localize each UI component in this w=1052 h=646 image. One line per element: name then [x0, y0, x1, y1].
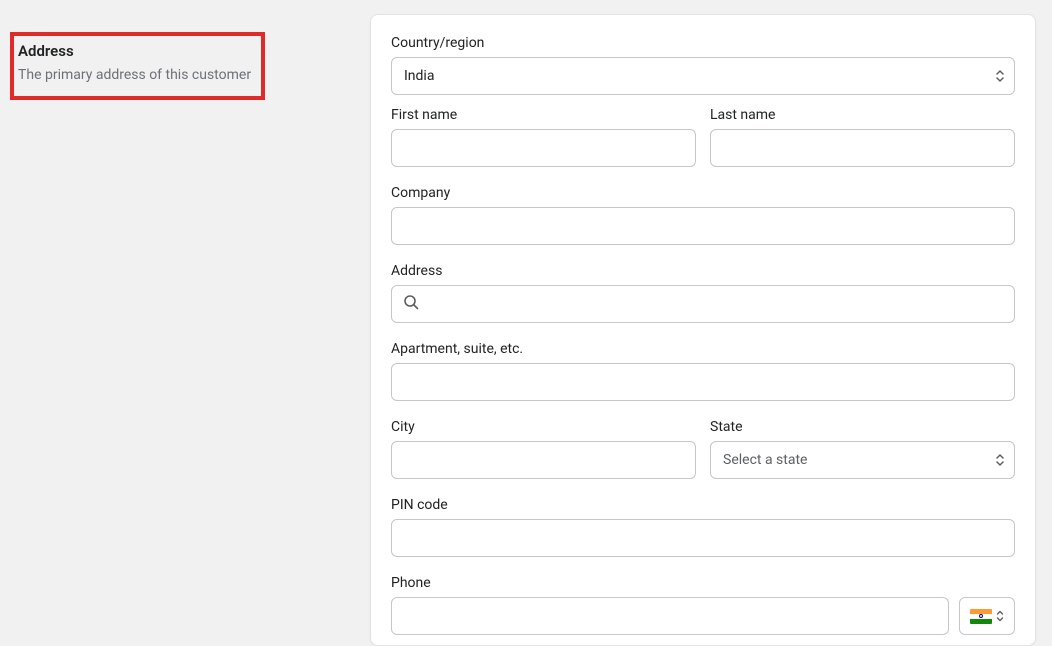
address-form-card: Country/region India First name Last nam… — [370, 14, 1036, 646]
pin-code-input[interactable] — [391, 519, 1015, 557]
state-label: State — [710, 419, 1015, 435]
company-input[interactable] — [391, 207, 1015, 245]
state-select[interactable]: Select a state — [710, 441, 1015, 479]
last-name-input[interactable] — [710, 129, 1015, 167]
state-placeholder: Select a state — [723, 452, 807, 468]
address-search-input[interactable] — [391, 285, 1015, 323]
last-name-label: Last name — [710, 107, 1015, 123]
address-section-description: The primary address of this customer — [18, 66, 251, 86]
phone-label: Phone — [391, 575, 1015, 591]
city-input[interactable] — [391, 441, 696, 479]
india-flag-icon — [970, 609, 992, 624]
company-label: Company — [391, 185, 1015, 201]
address-section-title: Address — [18, 42, 251, 60]
address-label: Address — [391, 263, 1015, 279]
search-icon — [403, 294, 419, 314]
address-highlight-box: Address The primary address of this cust… — [10, 32, 265, 100]
apartment-input[interactable] — [391, 363, 1015, 401]
apartment-label: Apartment, suite, etc. — [391, 341, 1015, 357]
country-region-value: India — [404, 68, 434, 84]
chevron-updown-icon — [996, 610, 1004, 622]
first-name-label: First name — [391, 107, 696, 123]
city-label: City — [391, 419, 696, 435]
phone-country-selector[interactable] — [959, 597, 1015, 635]
phone-input[interactable] — [391, 597, 949, 635]
pin-code-label: PIN code — [391, 497, 1015, 513]
address-sidebar: Address The primary address of this cust… — [0, 8, 370, 646]
country-region-label: Country/region — [391, 35, 1015, 51]
first-name-input[interactable] — [391, 129, 696, 167]
country-region-select[interactable]: India — [391, 57, 1015, 95]
